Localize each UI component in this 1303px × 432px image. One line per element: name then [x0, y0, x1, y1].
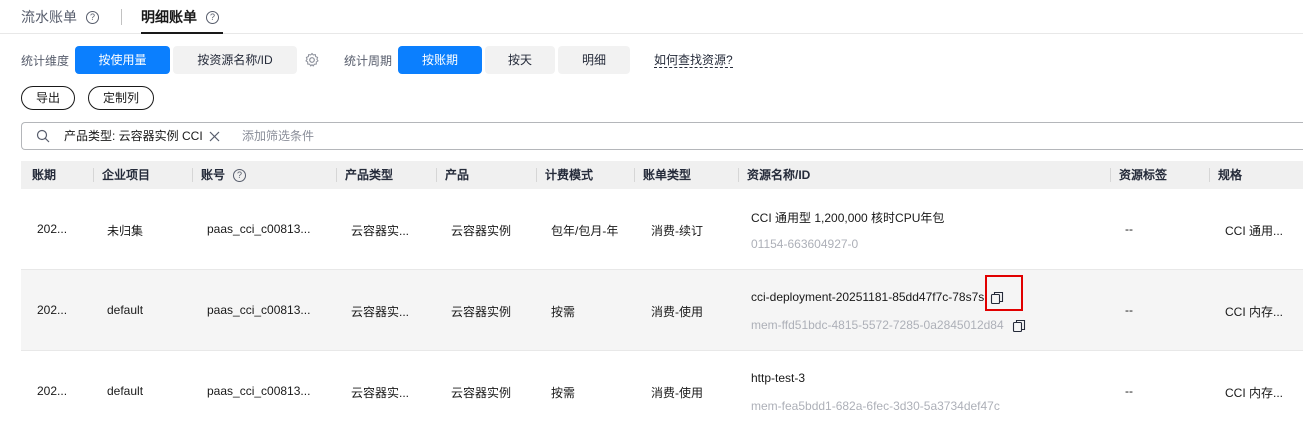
column-header-resource-tags[interactable]: 资源标签: [1110, 161, 1167, 189]
cell-account: paas_cci_c00813...: [207, 303, 311, 317]
tab-flow-bill-label: 流水账单: [21, 9, 77, 25]
table-row: 202... default paas_cci_c00813... 云容器实..…: [21, 351, 1303, 432]
copy-icon[interactable]: [1012, 319, 1026, 333]
cell-tags: --: [1125, 303, 1133, 317]
cell-product: 云容器实例: [451, 224, 512, 238]
cell-resource-id: 01154-663604927-0: [751, 237, 859, 251]
highlight-box: [985, 275, 1023, 311]
tab-detail-bill-label: 明细账单: [141, 9, 197, 25]
cell-bill-type: 消费-使用: [651, 305, 703, 319]
cell-product-type: 云容器实...: [351, 224, 410, 238]
column-header-product-type[interactable]: 产品类型: [336, 161, 393, 189]
close-icon[interactable]: [209, 131, 220, 142]
cell-tags: --: [1125, 222, 1133, 236]
cell-product-type: 云容器实...: [351, 305, 410, 319]
bill-detail-table: 账期 企业项目 账号? 产品类型 产品 计费模式 账单类型 资源名称/ID 资源…: [21, 161, 1303, 432]
search-icon: [36, 129, 50, 143]
table-row: 202... 未归集 paas_cci_c00813... 云容器实... 云容…: [21, 189, 1303, 270]
cell-account: paas_cci_c00813...: [207, 384, 311, 398]
resource-id-text: mem-ffd51bdc-4815-5572-7285-0a2845012d84: [751, 318, 1004, 332]
cell-billing-mode: 包年/包月-年: [551, 224, 619, 238]
cell-bill-type: 消费-使用: [651, 386, 703, 400]
search-placeholder[interactable]: 添加筛选条件: [242, 128, 314, 145]
tab-detail-bill[interactable]: 明细账单 ?: [141, 6, 219, 28]
column-header-account[interactable]: 账号?: [192, 161, 247, 189]
cell-period: 202...: [37, 222, 68, 236]
filter-chip-product-type: 产品类型: 云容器实例 CCI: [64, 128, 220, 145]
find-resource-link[interactable]: 如何查找资源?: [654, 53, 733, 68]
cell-enterprise-project: 未归集: [107, 224, 144, 238]
cell-product: 云容器实例: [451, 305, 512, 319]
cell-billing-mode: 按需: [551, 305, 576, 319]
period-detail-button[interactable]: 明细: [558, 46, 630, 74]
bill-tabs: 流水账单 ? 明细账单 ?: [0, 0, 1303, 34]
column-header-spec[interactable]: 规格: [1209, 161, 1242, 189]
table-header: 账期 企业项目 账号? 产品类型 产品 计费模式 账单类型 资源名称/ID 资源…: [21, 161, 1303, 189]
customize-columns-button[interactable]: 定制列: [88, 86, 155, 110]
cell-resource-name: http-test-3: [751, 371, 806, 385]
tab-divider: [121, 9, 122, 25]
gear-icon[interactable]: [304, 52, 320, 68]
dimension-usage-button[interactable]: 按使用量: [75, 46, 170, 74]
column-header-resource-name-id[interactable]: 资源名称/ID: [738, 161, 810, 189]
period-day-button[interactable]: 按天: [485, 46, 555, 74]
resource-name-text: cci-deployment-20251181-85dd47f7c-78s7s: [751, 290, 985, 304]
column-header-period[interactable]: 账期: [32, 161, 56, 189]
help-icon[interactable]: ?: [206, 10, 219, 24]
cell-billing-mode: 按需: [551, 386, 576, 400]
dimension-resource-button[interactable]: 按资源名称/ID: [173, 46, 297, 74]
cell-spec: CCI 内存...: [1225, 386, 1284, 400]
cell-resource-name: CCI 通用型 1,200,000 核时CPU年包: [751, 211, 945, 225]
cell-bill-type: 消费-续订: [651, 224, 703, 238]
cell-product-type: 云容器实...: [351, 386, 410, 400]
active-tab-indicator: [141, 32, 223, 34]
table-row: 202... default paas_cci_c00813... 云容器实..…: [21, 270, 1303, 351]
cell-resource-id: mem-ffd51bdc-4815-5572-7285-0a2845012d84: [751, 318, 1026, 333]
tab-flow-bill[interactable]: 流水账单 ?: [21, 6, 99, 28]
cell-account: paas_cci_c00813...: [207, 222, 311, 236]
cell-product: 云容器实例: [451, 386, 512, 400]
dimension-label: 统计维度: [21, 54, 70, 68]
cell-enterprise-project: default: [107, 303, 144, 317]
filter-chip-label: 产品类型: 云容器实例 CCI: [64, 129, 203, 143]
export-button[interactable]: 导出: [21, 86, 76, 110]
period-billing-cycle-button[interactable]: 按账期: [398, 46, 482, 74]
cell-spec: CCI 内存...: [1225, 305, 1284, 319]
help-icon[interactable]: ?: [86, 10, 99, 24]
column-header-enterprise-project[interactable]: 企业项目: [93, 161, 150, 189]
cell-spec: CCI 通用...: [1225, 224, 1284, 238]
cell-resource-id: mem-fea5bdd1-682a-6fec-3d30-5a3734def47c: [751, 399, 1000, 413]
cell-enterprise-project: default: [107, 384, 144, 398]
column-header-product[interactable]: 产品: [436, 161, 469, 189]
cell-tags: --: [1125, 384, 1133, 398]
cell-resource-name: cci-deployment-20251181-85dd47f7c-78s7s: [751, 290, 1004, 305]
search-filter-box[interactable]: 产品类型: 云容器实例 CCI 添加筛选条件: [21, 122, 1303, 150]
cell-period: 202...: [37, 303, 68, 317]
column-header-bill-type[interactable]: 账单类型: [634, 161, 691, 189]
column-header-billing-mode[interactable]: 计费模式: [536, 161, 593, 189]
period-label: 统计周期: [344, 54, 393, 68]
cell-period: 202...: [37, 384, 68, 398]
help-icon[interactable]: ?: [233, 169, 247, 183]
filter-row: 统计维度 按使用量 按资源名称/ID 统计周期 按账期 按天 明细 如何查找资源…: [0, 46, 1303, 74]
